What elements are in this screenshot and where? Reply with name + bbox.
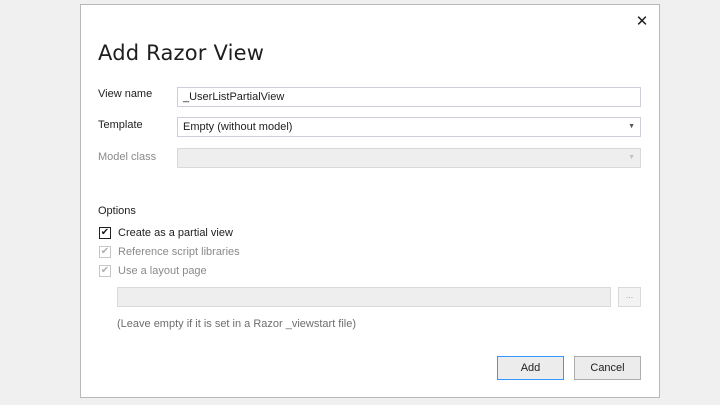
close-icon[interactable]: ✕ — [634, 14, 650, 30]
partial-view-option[interactable]: ✔ Create as a partial view — [99, 226, 233, 240]
layout-page-checkbox[interactable]: ✔ — [99, 265, 111, 277]
template-label: Template — [98, 119, 143, 131]
chevron-down-icon: ▼ — [628, 123, 635, 130]
layout-page-label: Use a layout page — [118, 265, 207, 277]
partial-view-label: Create as a partial view — [118, 227, 233, 239]
script-libraries-checkbox[interactable]: ✔ — [99, 246, 111, 258]
template-value: Empty (without model) — [183, 121, 293, 133]
script-libraries-option[interactable]: ✔ Reference script libraries — [99, 245, 240, 259]
options-heading: Options — [98, 205, 136, 217]
partial-view-checkbox[interactable]: ✔ — [99, 227, 111, 239]
model-class-dropdown[interactable]: ▼ — [177, 148, 641, 168]
template-dropdown[interactable]: Empty (without model) ▼ — [177, 117, 641, 137]
layout-hint-text: (Leave empty if it is set in a Razor _vi… — [117, 318, 357, 330]
add-razor-view-dialog: ✕ Add Razor View View name Template Empt… — [80, 4, 660, 398]
view-name-label: View name — [98, 88, 153, 100]
chevron-down-icon: ▼ — [628, 154, 635, 161]
view-name-input[interactable] — [177, 87, 641, 107]
add-button[interactable]: Add — [497, 356, 564, 380]
browse-button[interactable]: ... — [618, 287, 641, 307]
script-libraries-label: Reference script libraries — [118, 246, 240, 258]
layout-page-path-input[interactable] — [117, 287, 611, 307]
layout-page-option[interactable]: ✔ Use a layout page — [99, 264, 207, 278]
model-class-label: Model class — [98, 151, 157, 163]
dialog-title: Add Razor View — [98, 41, 265, 65]
cancel-button[interactable]: Cancel — [574, 356, 641, 380]
